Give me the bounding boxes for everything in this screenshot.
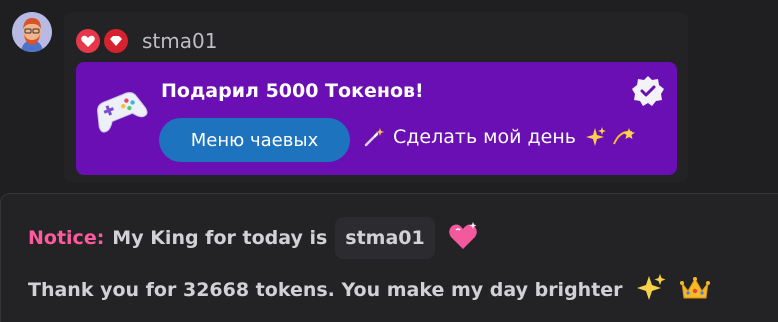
- message-header: stma01: [76, 28, 217, 54]
- sparkling-heart-icon: [447, 221, 479, 256]
- crown-icon: [679, 274, 711, 307]
- chat-window: stma01 Подарил 5000 Токенов! Меню чаевых…: [0, 0, 778, 322]
- avatar-icon: [12, 12, 52, 52]
- sparkles-icon: [635, 272, 667, 309]
- notice-label: Notice:: [28, 227, 105, 249]
- notice-line-thanks: Thank you for 32668 tokens. You make my …: [28, 270, 711, 310]
- make-my-day-link[interactable]: Сделать мой день: [363, 126, 636, 148]
- dizzy-star-icon: [612, 126, 636, 148]
- notice-line-king: Notice: My King for today is stma01: [28, 216, 479, 260]
- magic-wand-icon: [363, 126, 385, 148]
- tip-menu-button[interactable]: Меню чаевых: [159, 118, 350, 162]
- make-my-day-label: Сделать мой день: [393, 126, 576, 148]
- heart-badge-icon[interactable]: [76, 29, 100, 53]
- king-username-chip[interactable]: stma01: [335, 217, 435, 259]
- notice-king-text: My King for today is: [112, 227, 328, 249]
- diamond-badge-icon[interactable]: [104, 29, 128, 53]
- tip-title: Подарил 5000 Токенов!: [161, 80, 424, 102]
- gamepad-icon: [90, 80, 148, 138]
- message-username[interactable]: stma01: [142, 29, 217, 53]
- notice-thanks-text: Thank you for 32668 tokens. You make my …: [28, 279, 623, 301]
- tip-panel: Подарил 5000 Токенов! Меню чаевых Сделат…: [76, 62, 677, 175]
- verified-badge-icon: [631, 74, 665, 108]
- notice-box: Notice: My King for today is stma01 Than…: [0, 193, 778, 322]
- sparkles-icon: [584, 126, 606, 148]
- user-avatar[interactable]: [12, 12, 52, 52]
